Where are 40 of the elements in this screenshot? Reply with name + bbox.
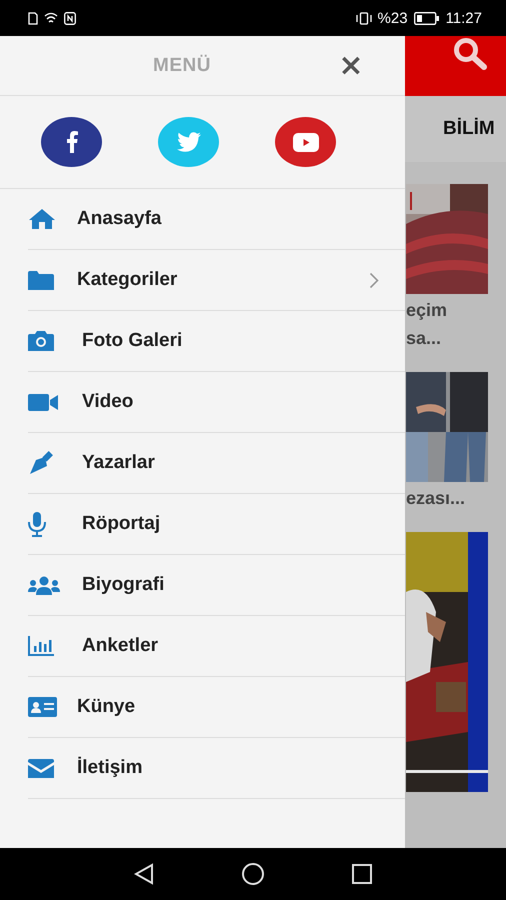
id-card-icon xyxy=(28,697,57,717)
article-title: sa... xyxy=(406,327,442,350)
camera-icon xyxy=(28,331,54,351)
wifi-icon xyxy=(44,12,58,24)
recents-icon[interactable] xyxy=(352,864,372,884)
menu-item[interactable]: İletişim xyxy=(28,738,405,799)
bar-chart-icon xyxy=(28,636,54,656)
facebook-icon xyxy=(66,131,78,153)
menu-item[interactable]: Anketler xyxy=(28,616,405,677)
nfc-icon xyxy=(64,12,76,24)
close-button[interactable]: × xyxy=(338,50,364,80)
category-tab[interactable]: BİLİM xyxy=(443,118,495,140)
video-camera-icon xyxy=(28,394,58,410)
play-button-icon xyxy=(292,132,318,152)
battery-percent: %23 xyxy=(378,10,408,26)
menu-item[interactable]: Künye xyxy=(28,677,405,738)
clock-time: 11:27 xyxy=(446,10,482,26)
envelope-icon xyxy=(28,758,54,778)
menu-item[interactable]: Yazarlar xyxy=(28,433,405,494)
search-icon[interactable] xyxy=(453,38,487,70)
pen-nib-icon xyxy=(28,451,54,475)
back-icon[interactable] xyxy=(134,863,154,885)
menu-item[interactable]: Kategoriler xyxy=(28,250,405,311)
folder-icon xyxy=(28,270,54,290)
battery-icon xyxy=(414,12,440,24)
home-button-icon[interactable] xyxy=(240,862,265,886)
article-title: eçim xyxy=(406,299,448,322)
menu-item[interactable]: Anasayfa xyxy=(28,189,405,250)
sim-card-icon xyxy=(28,12,38,24)
menu-item[interactable]: Video xyxy=(28,372,405,433)
vibrate-icon xyxy=(356,12,372,24)
menu-item[interactable]: Biyografi xyxy=(28,555,405,616)
home-icon xyxy=(28,208,56,230)
microphone-icon xyxy=(28,512,46,536)
menu-title: MENÜ xyxy=(153,54,211,76)
article-title: ezası... xyxy=(406,487,466,510)
menu-item[interactable]: Foto Galeri xyxy=(28,311,405,372)
bird-icon xyxy=(176,132,200,152)
menu-item[interactable]: Röportaj xyxy=(28,494,405,555)
users-icon xyxy=(28,576,60,594)
